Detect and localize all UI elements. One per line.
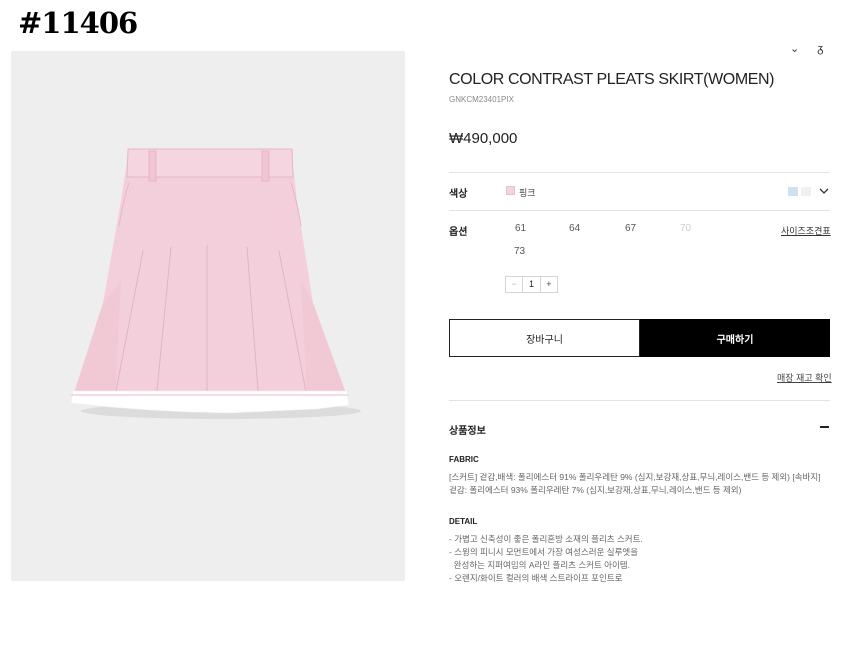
share-icon[interactable]: ᵹ: [817, 43, 823, 55]
quantity-stepper: − 1 +: [505, 276, 558, 293]
size-option-67[interactable]: 67: [625, 223, 636, 234]
product-image: [11, 51, 405, 581]
color-row-label: 색상: [449, 189, 468, 200]
color-dropdown-chevron-icon[interactable]: [818, 185, 830, 197]
option-row-label: 옵션: [449, 227, 468, 238]
fabric-line-2: 겉감: 폴리에스터 93% 폴리우레탄 7% (심지,보강재,상표,무늬,레이스…: [449, 485, 742, 495]
detail-line-1: - 가볍고 신축성이 좋은 폴리혼방 소재의 플리츠 스커트.: [449, 534, 643, 544]
product-price: ₩490,000: [449, 130, 518, 147]
buy-now-button[interactable]: 구매하기: [640, 319, 830, 357]
product-title: COLOR CONTRAST PLEATS SKIRT(WOMEN): [449, 71, 775, 88]
detail-line-2: - 스윙의 피니시 모먼트에서 가장 여성스러운 실루엣을: [449, 547, 639, 557]
size-chart-link[interactable]: 사이즈조견표: [781, 224, 831, 237]
add-to-cart-button[interactable]: 장바구니: [449, 319, 640, 357]
quantity-decrease-button[interactable]: −: [506, 277, 522, 292]
product-info-header[interactable]: 상품정보: [449, 422, 486, 437]
header-icons: ⌄ ᵹ: [790, 42, 841, 55]
selected-color-name: 핑크: [519, 188, 536, 198]
detail-label: DETAIL: [449, 517, 478, 526]
fabric-label: FABRIC: [449, 455, 479, 464]
quantity-increase-button[interactable]: +: [541, 277, 557, 292]
selected-color-swatch: [506, 186, 515, 195]
detail-line-3: 완성하는 지퍼여밈의 A라인 플리츠 스커트 아이템.: [449, 560, 630, 570]
store-stock-link[interactable]: 매장 재고 확인: [777, 371, 832, 384]
size-option-64[interactable]: 64: [569, 223, 580, 234]
product-sku: GNKCM23401PIX: [449, 95, 514, 104]
color-swatch-white[interactable]: [801, 187, 811, 196]
detail-line-4: - 오렌지/화이트 컬러의 배색 스트라이프 포인트로: [449, 573, 623, 583]
size-option-61[interactable]: 61: [515, 223, 526, 234]
quantity-value[interactable]: 1: [522, 277, 541, 292]
color-swatch-blue[interactable]: [788, 187, 798, 196]
fabric-line-1: [스커트] 겉감,배색: 폴리에스터 91% 폴리우레탄 9% (심지,보강재,…: [449, 472, 821, 482]
chevron-down-icon[interactable]: ⌄: [790, 42, 799, 55]
divider: [449, 400, 830, 401]
size-option-73[interactable]: 73: [514, 246, 525, 257]
divider: [449, 210, 830, 211]
divider: [449, 172, 830, 173]
pleats-skirt-illustration: [70, 148, 361, 419]
size-option-70: 70: [680, 223, 692, 234]
post-number-label: #11406: [18, 6, 138, 40]
collapse-minus-icon[interactable]: [820, 426, 829, 428]
